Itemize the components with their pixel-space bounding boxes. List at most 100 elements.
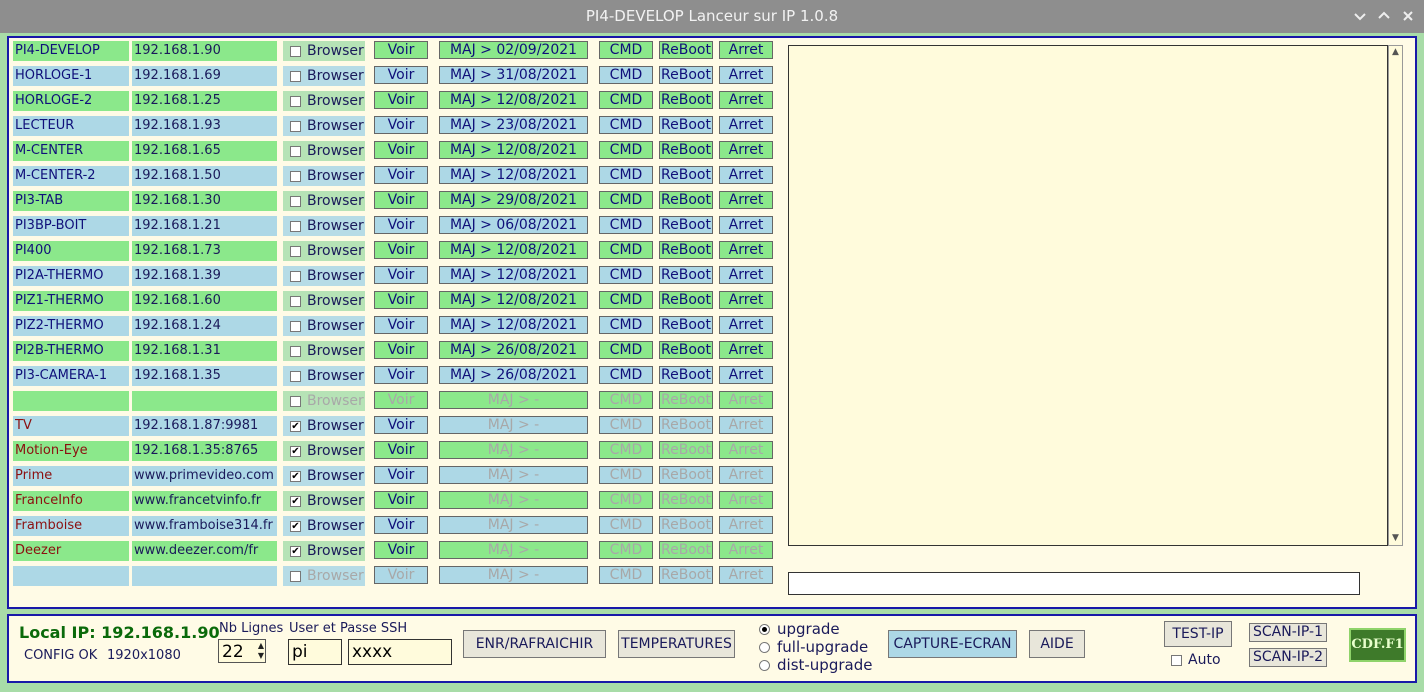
enr-rafraichir-button[interactable]: ENR/RAFRAICHIR: [463, 630, 606, 658]
reboot-button[interactable]: ReBoot: [659, 141, 713, 159]
cmd-button[interactable]: CMD: [599, 441, 653, 459]
cmd-button[interactable]: CMD: [599, 316, 653, 334]
arret-button[interactable]: Arret: [719, 141, 773, 159]
spin-down-icon[interactable]: ▼: [258, 651, 264, 660]
maj-button[interactable]: MAJ > 02/09/2021: [439, 41, 588, 59]
test-ip-button[interactable]: TEST-IP: [1164, 621, 1232, 647]
reboot-button[interactable]: ReBoot: [659, 41, 713, 59]
browser-checkbox[interactable]: ✔: [290, 446, 301, 457]
reboot-button[interactable]: ReBoot: [659, 216, 713, 234]
arret-button[interactable]: Arret: [719, 541, 773, 559]
arret-button[interactable]: Arret: [719, 191, 773, 209]
reboot-button[interactable]: ReBoot: [659, 66, 713, 84]
cmd-button[interactable]: CMD: [599, 66, 653, 84]
cmd-button[interactable]: CMD: [599, 541, 653, 559]
voir-button[interactable]: Voir: [374, 241, 428, 259]
browser-toggle[interactable]: ✔ Browser: [283, 491, 365, 511]
maj-button[interactable]: MAJ > -: [439, 391, 588, 409]
browser-checkbox[interactable]: [290, 221, 301, 232]
command-input[interactable]: [788, 572, 1360, 595]
browser-checkbox[interactable]: [290, 246, 301, 257]
cmd-button[interactable]: CMD: [599, 416, 653, 434]
capture-ecran-button[interactable]: CAPTURE-ECRAN: [888, 630, 1017, 658]
maj-button[interactable]: MAJ > 12/08/2021: [439, 91, 588, 109]
scroll-up-icon[interactable]: ▲: [1390, 47, 1401, 58]
ssh-user-input[interactable]: pi: [288, 639, 342, 665]
cmd-button[interactable]: CMD: [599, 166, 653, 184]
voir-button[interactable]: Voir: [374, 191, 428, 209]
arret-button[interactable]: Arret: [719, 241, 773, 259]
browser-toggle[interactable]: Browser: [283, 316, 365, 336]
voir-button[interactable]: Voir: [374, 66, 428, 84]
browser-toggle[interactable]: Browser: [283, 266, 365, 286]
maj-button[interactable]: MAJ > 12/08/2021: [439, 141, 588, 159]
cmd-button[interactable]: CMD: [599, 116, 653, 134]
browser-checkbox[interactable]: [290, 46, 301, 57]
maj-button[interactable]: MAJ > -: [439, 541, 588, 559]
arret-button[interactable]: Arret: [719, 316, 773, 334]
voir-button[interactable]: Voir: [374, 291, 428, 309]
ssh-password-input[interactable]: xxxx: [348, 639, 452, 665]
browser-toggle[interactable]: ✔ Browser: [283, 516, 365, 536]
browser-toggle[interactable]: Browser: [283, 391, 365, 411]
browser-toggle[interactable]: Browser: [283, 116, 365, 136]
browser-toggle[interactable]: Browser: [283, 241, 365, 261]
browser-checkbox[interactable]: ✔: [290, 546, 301, 557]
reboot-button[interactable]: ReBoot: [659, 416, 713, 434]
maj-button[interactable]: MAJ > 23/08/2021: [439, 116, 588, 134]
voir-button[interactable]: Voir: [374, 141, 428, 159]
arret-button[interactable]: Arret: [719, 441, 773, 459]
auto-checkbox[interactable]: [1171, 655, 1182, 666]
arret-button[interactable]: Arret: [719, 41, 773, 59]
browser-toggle[interactable]: Browser: [283, 291, 365, 311]
browser-checkbox[interactable]: [290, 96, 301, 107]
browser-checkbox[interactable]: [290, 121, 301, 132]
arret-button[interactable]: Arret: [719, 366, 773, 384]
voir-button[interactable]: Voir: [374, 441, 428, 459]
scan-ip-1-button[interactable]: SCAN-IP-1: [1249, 623, 1327, 642]
arret-button[interactable]: Arret: [719, 341, 773, 359]
output-log[interactable]: [788, 45, 1388, 546]
voir-button[interactable]: Voir: [374, 91, 428, 109]
arret-button[interactable]: Arret: [719, 566, 773, 584]
radio-dist-upgrade[interactable]: [759, 660, 770, 671]
maj-button[interactable]: MAJ > 12/08/2021: [439, 241, 588, 259]
maj-button[interactable]: MAJ > -: [439, 441, 588, 459]
arret-button[interactable]: Arret: [719, 416, 773, 434]
browser-toggle[interactable]: Browser: [283, 141, 365, 161]
arret-button[interactable]: Arret: [719, 291, 773, 309]
arret-button[interactable]: Arret: [719, 391, 773, 409]
browser-toggle[interactable]: Browser: [283, 66, 365, 86]
voir-button[interactable]: Voir: [374, 416, 428, 434]
arret-button[interactable]: Arret: [719, 66, 773, 84]
reboot-button[interactable]: ReBoot: [659, 441, 713, 459]
maj-button[interactable]: MAJ > 31/08/2021: [439, 66, 588, 84]
cmd-button[interactable]: CMD: [599, 516, 653, 534]
maj-button[interactable]: MAJ > -: [439, 416, 588, 434]
arret-button[interactable]: Arret: [719, 491, 773, 509]
voir-button[interactable]: Voir: [374, 516, 428, 534]
browser-checkbox[interactable]: [290, 146, 301, 157]
reboot-button[interactable]: ReBoot: [659, 566, 713, 584]
reboot-button[interactable]: ReBoot: [659, 116, 713, 134]
browser-toggle[interactable]: Browser: [283, 166, 365, 186]
scroll-down-icon[interactable]: ▼: [1390, 533, 1401, 544]
reboot-button[interactable]: ReBoot: [659, 241, 713, 259]
arret-button[interactable]: Arret: [719, 466, 773, 484]
reboot-button[interactable]: ReBoot: [659, 166, 713, 184]
browser-checkbox[interactable]: ✔: [290, 471, 301, 482]
browser-checkbox[interactable]: ✔: [290, 421, 301, 432]
radio-upgrade[interactable]: [759, 624, 770, 635]
maj-button[interactable]: MAJ > 12/08/2021: [439, 316, 588, 334]
browser-checkbox[interactable]: [290, 571, 301, 582]
reboot-button[interactable]: ReBoot: [659, 291, 713, 309]
browser-checkbox[interactable]: [290, 371, 301, 382]
voir-button[interactable]: Voir: [374, 391, 428, 409]
maj-button[interactable]: MAJ > 26/08/2021: [439, 366, 588, 384]
maj-button[interactable]: MAJ > -: [439, 516, 588, 534]
cmd-button[interactable]: CMD: [599, 391, 653, 409]
maj-button[interactable]: MAJ > 12/08/2021: [439, 266, 588, 284]
reboot-button[interactable]: ReBoot: [659, 391, 713, 409]
reboot-button[interactable]: ReBoot: [659, 491, 713, 509]
reboot-button[interactable]: ReBoot: [659, 466, 713, 484]
